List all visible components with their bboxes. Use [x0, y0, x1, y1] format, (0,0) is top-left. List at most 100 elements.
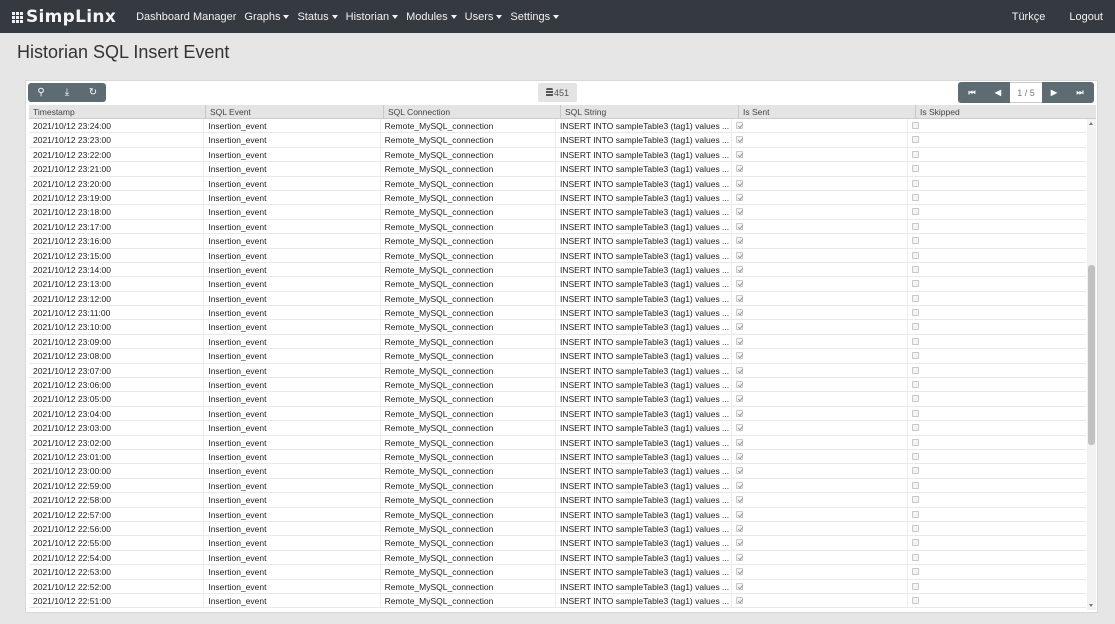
nav-item-users[interactable]: Users [465, 11, 503, 23]
sql-event-cell: Insertion_event [204, 291, 381, 306]
table-row[interactable]: 2021/10/12 23:08:00 Insertion_event Remote… [29, 349, 1086, 364]
table-row[interactable]: 2021/10/12 23:04:00 Insertion_event Remote… [29, 406, 1086, 422]
is-skipped-checkbox [911, 337, 919, 345]
is-skipped-cell [908, 306, 1086, 319]
table-row[interactable]: 2021/10/12 22:54:00 Insertion_event Remote… [29, 550, 1086, 566]
is-sent-checkbox [736, 165, 744, 173]
is-skipped-cell [908, 421, 1086, 434]
sql-string-cell: INSERT INTO sampleTable3 (tag1) values .… [556, 349, 733, 363]
table-row[interactable]: 2021/10/12 23:20:00 Insertion_event Remote… [29, 176, 1086, 191]
sql-connection-cell: Remote_MySQL_connection [381, 334, 557, 349]
table-row[interactable]: 2021/10/12 23:07:00 Insertion_event Remote… [29, 363, 1086, 379]
brand-logo[interactable]: SimpLinx [12, 0, 116, 33]
scroll-down-icon[interactable] [1089, 604, 1093, 607]
table-row[interactable]: 2021/10/12 23:18:00 Insertion_event Remote… [29, 205, 1086, 220]
is-skipped-checkbox [911, 265, 919, 273]
refresh-button[interactable]: ↻ [80, 83, 106, 102]
nav-item-graphs[interactable]: Graphs [244, 11, 290, 23]
is-skipped-cell [908, 378, 1086, 391]
column-header-is-sent[interactable]: Is Sent [739, 105, 916, 118]
table-row[interactable]: 2021/10/12 23:21:00 Insertion_event Remote… [29, 162, 1086, 177]
nav-item-historian[interactable]: Historian [346, 11, 399, 23]
sql-connection-cell: Remote_MySQL_connection [381, 478, 557, 493]
table-row[interactable]: 2021/10/12 23:16:00 Insertion_event Remote… [29, 234, 1086, 249]
timestamp-cell: 2021/10/12 23:20:00 [29, 176, 205, 190]
table-row[interactable]: 2021/10/12 23:06:00 Insertion_event Remote… [29, 378, 1086, 393]
table-row[interactable]: 2021/10/12 22:51:00 Insertion_event Remote… [29, 593, 1086, 609]
table-row[interactable]: 2021/10/12 23:11:00 Insertion_event Remote… [29, 306, 1086, 321]
sql-event-cell: Insertion_event [204, 493, 381, 507]
timestamp-cell: 2021/10/12 23:22:00 [29, 147, 205, 162]
is-skipped-checkbox [911, 481, 919, 489]
nav-item-settings[interactable]: Settings [510, 11, 560, 23]
column-header-is-skipped[interactable]: Is Skipped [916, 105, 1096, 118]
timestamp-cell: 2021/10/12 23:21:00 [29, 162, 205, 176]
timestamp-cell: 2021/10/12 23:19:00 [29, 190, 205, 205]
sql-event-cell: Insertion_event [204, 378, 381, 392]
download-button[interactable]: ⤓ [54, 83, 80, 102]
next-page-button[interactable]: ▶ [1042, 82, 1066, 103]
sql-connection-cell: Remote_MySQL_connection [381, 421, 557, 435]
is-sent-checkbox [736, 222, 744, 230]
nav-item-modules[interactable]: Modules [406, 11, 457, 23]
is-sent-cell [732, 435, 908, 449]
table-row[interactable]: 2021/10/12 23:13:00 Insertion_event Remote… [29, 277, 1086, 292]
timestamp-cell: 2021/10/12 23:07:00 [29, 363, 205, 378]
record-count-badge: 451 [538, 83, 577, 102]
table-row[interactable]: 2021/10/12 23:12:00 Insertion_event Remote… [29, 291, 1086, 307]
table-row[interactable]: 2021/10/12 22:52:00 Insertion_event Remote… [29, 579, 1086, 594]
table-row[interactable]: 2021/10/12 23:10:00 Insertion_event Remote… [29, 320, 1086, 335]
sql-string-cell: INSERT INTO sampleTable3 (tag1) values .… [556, 521, 733, 536]
table-row[interactable]: 2021/10/12 23:03:00 Insertion_event Remote… [29, 421, 1086, 436]
table-row[interactable]: 2021/10/12 23:01:00 Insertion_event Remote… [29, 449, 1086, 465]
table-row[interactable]: 2021/10/12 23:19:00 Insertion_event Remote… [29, 190, 1086, 206]
table-row[interactable]: 2021/10/12 23:23:00 Insertion_event Remote… [29, 133, 1086, 148]
table-row[interactable]: 2021/10/12 23:24:00 Insertion_event Remote… [29, 119, 1086, 134]
table-row[interactable]: 2021/10/12 23:09:00 Insertion_event Remote… [29, 334, 1086, 350]
double-chevron-left-icon: ⏮ [968, 87, 976, 97]
is-skipped-cell [908, 551, 1086, 564]
table-row[interactable]: 2021/10/12 22:53:00 Insertion_event Remote… [29, 565, 1086, 580]
language-link[interactable]: Türkçe [1012, 11, 1046, 23]
last-page-button[interactable]: ⏭ [1066, 82, 1094, 103]
sql-event-cell: Insertion_event [204, 248, 381, 262]
is-sent-cell [732, 478, 908, 493]
table-row[interactable]: 2021/10/12 23:00:00 Insertion_event Remote… [29, 464, 1086, 479]
table-row[interactable]: 2021/10/12 23:05:00 Insertion_event Remote… [29, 392, 1086, 407]
first-page-button[interactable]: ⏮ [958, 82, 986, 103]
table-row[interactable]: 2021/10/12 22:59:00 Insertion_event Remote… [29, 478, 1086, 494]
is-sent-cell [732, 378, 908, 392]
search-button[interactable]: ⚲ [28, 83, 54, 102]
column-header-sql-string[interactable]: SQL String [561, 105, 739, 118]
is-sent-cell [732, 190, 908, 205]
column-header-sql-event[interactable]: SQL Event [206, 105, 384, 118]
page-indicator[interactable]: 1 / 5 [1010, 82, 1042, 103]
table-row[interactable]: 2021/10/12 22:57:00 Insertion_event Remote… [29, 507, 1086, 522]
is-sent-cell [732, 234, 908, 248]
table-row[interactable]: 2021/10/12 23:22:00 Insertion_event Remote… [29, 147, 1086, 163]
logout-link[interactable]: Logout [1069, 11, 1103, 23]
table-row[interactable]: 2021/10/12 23:17:00 Insertion_event Remote… [29, 219, 1086, 235]
table-row[interactable]: 2021/10/12 22:56:00 Insertion_event Remote… [29, 521, 1086, 537]
table-row[interactable]: 2021/10/12 22:55:00 Insertion_event Remote… [29, 536, 1086, 551]
table-row[interactable]: 2021/10/12 23:02:00 Insertion_event Remote… [29, 435, 1086, 450]
nav-item-dashboard-manager[interactable]: Dashboard Manager [136, 11, 236, 23]
sql-string-cell: INSERT INTO sampleTable3 (tag1) values .… [556, 205, 733, 219]
sql-string-cell: INSERT INTO sampleTable3 (tag1) values .… [556, 306, 733, 320]
is-sent-checkbox [736, 122, 744, 129]
scrollbar-thumb[interactable] [1088, 265, 1095, 445]
vertical-scrollbar[interactable] [1087, 119, 1096, 610]
sql-string-cell: INSERT INTO sampleTable3 (tag1) values .… [556, 550, 733, 565]
column-header-timestamp[interactable]: Timestamp [29, 105, 206, 118]
sql-string-cell: INSERT INTO sampleTable3 (tag1) values .… [556, 579, 733, 593]
is-skipped-cell [908, 320, 1086, 333]
scroll-up-icon[interactable] [1089, 122, 1093, 125]
search-icon: ⚲ [37, 87, 45, 98]
prev-page-button[interactable]: ◀ [986, 82, 1010, 103]
nav-item-status[interactable]: Status [297, 11, 338, 23]
table-row[interactable]: 2021/10/12 22:58:00 Insertion_event Remote… [29, 493, 1086, 508]
is-skipped-cell [908, 536, 1086, 549]
table-row[interactable]: 2021/10/12 23:14:00 Insertion_event Remote… [29, 262, 1086, 278]
table-row[interactable]: 2021/10/12 23:15:00 Insertion_event Remote… [29, 248, 1086, 263]
column-header-sql-connection[interactable]: SQL Connection [384, 105, 561, 118]
